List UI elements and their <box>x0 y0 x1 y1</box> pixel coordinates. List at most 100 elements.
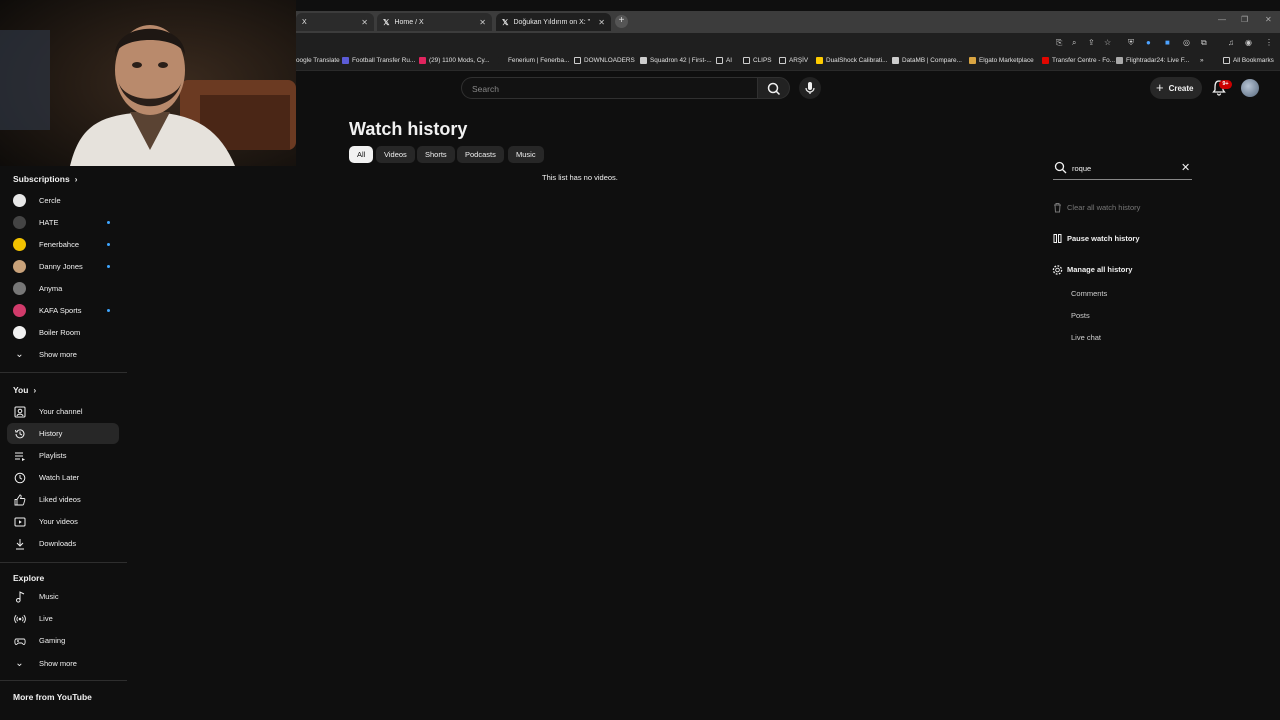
bookmark-item[interactable]: DualShock Calibrati... <box>816 57 887 64</box>
minimize-icon[interactable]: — <box>1218 15 1226 24</box>
chip-all[interactable]: All <box>349 146 374 163</box>
subscription-label: Fenerbahce <box>39 240 80 249</box>
bookmark-label: ARŞİV <box>789 57 809 64</box>
create-button[interactable]: + Create <box>1150 77 1202 99</box>
subscription-label: Boiler Room <box>39 328 81 337</box>
account-avatar[interactable] <box>1241 79 1259 97</box>
bookmark-item[interactable]: DataMB | Compare... <box>892 57 962 64</box>
subscription-item[interactable]: KAFA Sports <box>7 300 119 321</box>
sidebar-item-liked-videos[interactable]: Liked videos <box>7 489 119 510</box>
tab-close-icon[interactable]: ✕ <box>479 18 486 27</box>
new-tab-button[interactable]: + <box>615 15 628 28</box>
extensions-puzzle-icon[interactable]: ⧉ <box>1201 38 1207 48</box>
profile-icon[interactable]: ◉ <box>1245 38 1252 47</box>
tab-title: Doğukan Yıldırım on X: " 🚨 Fe <box>513 19 592 26</box>
sidebar-item-downloads[interactable]: Downloads <box>7 533 119 554</box>
subscription-item[interactable]: Fenerbahce <box>7 234 119 255</box>
sidebar-item-label: Your channel <box>39 407 83 416</box>
extension-icon[interactable]: ● <box>1146 38 1151 47</box>
subscription-item[interactable]: Danny Jones <box>7 256 119 277</box>
sidebar-item-playlists[interactable]: Playlists <box>7 445 119 466</box>
chip-music[interactable]: Music <box>508 146 544 163</box>
subscription-item[interactable]: HATE <box>7 212 119 233</box>
folder-icon <box>779 57 786 64</box>
extension-shield-icon[interactable]: ⛨ <box>1128 38 1134 48</box>
you-heading[interactable]: You › <box>13 385 36 395</box>
bookmark-item[interactable]: DOWNLOADERS <box>574 57 635 64</box>
chip-shorts[interactable]: Shorts <box>417 146 455 163</box>
chevron-down-icon: ⌄ <box>15 658 24 669</box>
sidebar-item-your-videos[interactable]: Your videos <box>7 511 119 532</box>
browser-tab[interactable]: 𝕏 Home / X ✕ <box>377 13 492 31</box>
media-controls-icon[interactable]: ♫ <box>1228 38 1234 47</box>
bookmark-item[interactable]: Transfer Centre - Fo... <box>1042 57 1115 64</box>
subscription-item[interactable]: Boiler Room <box>7 322 119 343</box>
bookmark-item[interactable]: Flightradar24: Live F... <box>1116 57 1189 64</box>
share-icon[interactable]: ⇪ <box>1088 38 1095 47</box>
search-input[interactable]: Search <box>461 77 757 99</box>
bookmark-item[interactable]: oogle Translate <box>296 57 340 64</box>
manage-history-button[interactable]: Manage all history <box>1052 264 1132 275</box>
extension-icon[interactable]: ■ <box>1165 38 1170 47</box>
bookmark-item[interactable]: Fenerium | Fenerba... <box>498 57 569 64</box>
subscription-item[interactable]: Cercle <box>7 190 119 211</box>
more-bookmarks-button[interactable]: » <box>1200 57 1204 64</box>
channel-avatar <box>13 326 26 339</box>
bookmark-item[interactable]: Football Transfer Ru... <box>342 57 415 64</box>
extension-icon[interactable]: ◎ <box>1183 38 1190 47</box>
bookmark-item[interactable]: CLIPS <box>743 57 771 64</box>
subscription-label: KAFA Sports <box>39 306 82 315</box>
chevron-right-icon: › <box>33 385 37 395</box>
browser-tab-active[interactable]: 𝕏 Doğukan Yıldırım on X: " 🚨 Fe ✕ <box>496 13 611 31</box>
tab-title: Home / X <box>394 18 424 26</box>
restore-icon[interactable]: ❐ <box>1241 15 1248 24</box>
tab-close-icon[interactable]: ✕ <box>361 18 368 27</box>
explore-show-more[interactable]: ⌄ Show more <box>7 653 119 674</box>
bookmark-item[interactable]: ARŞİV <box>779 57 808 64</box>
subscription-label: Danny Jones <box>39 262 83 271</box>
sidebar-item-watch-later[interactable]: Watch Later <box>7 467 119 488</box>
sidebar-item-music[interactable]: Music <box>7 586 119 607</box>
sidebar-item-history[interactable]: History <box>7 423 119 444</box>
new-content-dot <box>107 221 110 224</box>
chip-podcasts[interactable]: Podcasts <box>457 146 504 163</box>
history-live-chat-link[interactable]: Live chat <box>1071 333 1101 342</box>
pause-history-button[interactable]: Pause watch history <box>1052 233 1140 244</box>
history-search-input[interactable]: roque <box>1072 164 1091 173</box>
tab-close-icon[interactable]: ✕ <box>598 18 605 27</box>
bookmark-star-icon[interactable]: ☆ <box>1104 38 1111 47</box>
voice-search-button[interactable] <box>799 77 821 99</box>
bookmark-item[interactable]: (29) 1100 Mods, Cy... <box>419 57 490 64</box>
search-button[interactable] <box>757 77 790 99</box>
sidebar-item-label: Watch Later <box>39 473 80 482</box>
clear-all-history-button[interactable]: Clear all watch history <box>1052 202 1140 213</box>
all-bookmarks-folder[interactable]: All Bookmarks <box>1223 57 1274 64</box>
clear-search-icon[interactable]: ✕ <box>1181 161 1190 174</box>
close-window-icon[interactable]: ✕ <box>1265 15 1272 24</box>
empty-list-message: This list has no videos. <box>542 173 618 182</box>
channel-avatar <box>13 216 26 229</box>
sidebar-item-gaming[interactable]: Gaming <box>7 630 119 651</box>
favicon-icon <box>640 57 647 64</box>
chip-videos[interactable]: Videos <box>376 146 415 163</box>
sidebar-item-live[interactable]: Live <box>7 608 119 629</box>
subscription-label: Anyma <box>39 284 63 293</box>
history-posts-link[interactable]: Posts <box>1071 311 1090 320</box>
browser-tab[interactable]: X ✕ <box>296 13 374 31</box>
download-icon <box>13 537 26 550</box>
translate-icon[interactable]: ⎘ <box>1056 38 1062 48</box>
bookmark-item[interactable]: Squadron 42 | First-... <box>640 57 712 64</box>
history-comments-link[interactable]: Comments <box>1071 289 1107 298</box>
subscriptions-show-more[interactable]: ⌄ Show more <box>7 344 119 365</box>
bookmark-item[interactable]: Elgato Marketplace <box>969 57 1034 64</box>
page-title: Watch history <box>349 119 468 139</box>
browser-menu-icon[interactable]: ⋮ <box>1265 38 1273 47</box>
favicon-icon <box>498 57 505 64</box>
bookmark-item[interactable]: AI <box>716 57 732 64</box>
subscriptions-heading[interactable]: Subscriptions › <box>13 174 77 184</box>
plus-icon: + <box>1156 80 1164 95</box>
zoom-icon[interactable]: ⌕ <box>1072 38 1076 48</box>
subscriptions-title: Subscriptions <box>13 174 70 184</box>
subscription-item[interactable]: Anyma <box>7 278 119 299</box>
sidebar-item-your-channel[interactable]: Your channel <box>7 401 119 422</box>
